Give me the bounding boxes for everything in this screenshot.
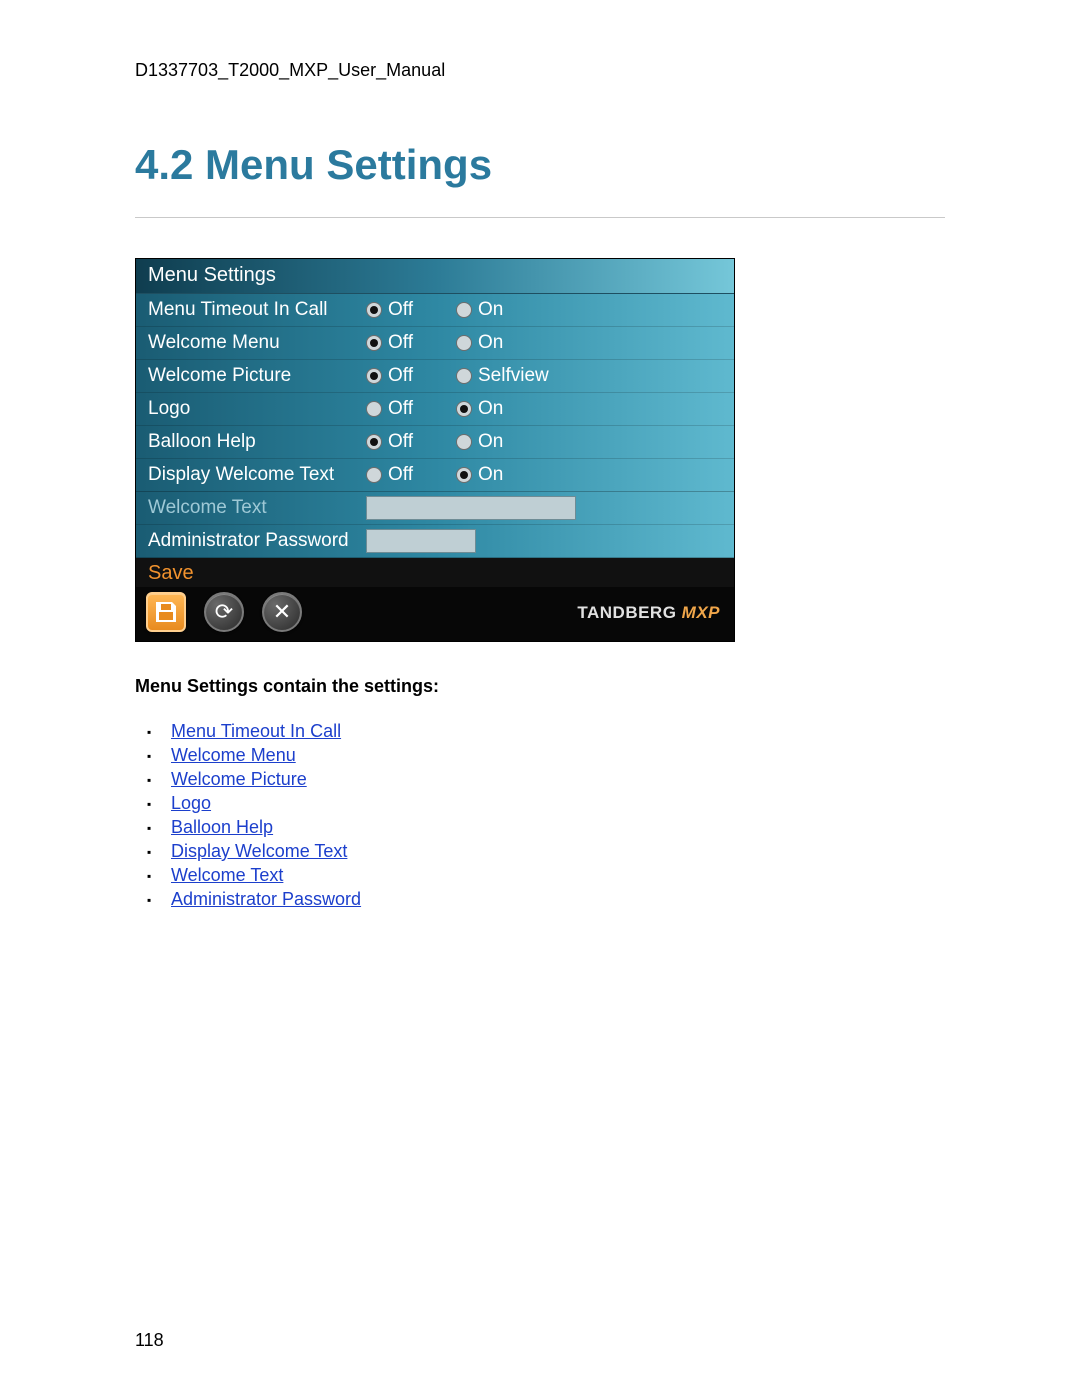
page-number: 118	[135, 1330, 164, 1351]
doc-header: D1337703_T2000_MXP_User_Manual	[135, 60, 945, 81]
radio-icon	[456, 401, 472, 417]
save-button[interactable]	[146, 592, 186, 632]
option[interactable]: On	[456, 398, 546, 420]
admin-password-label: Administrator Password	[148, 530, 366, 552]
brand-suffix: MXP	[676, 603, 720, 622]
radio-icon	[456, 467, 472, 483]
setting-row: Menu Timeout In Call Off On	[136, 294, 734, 327]
list-item: Welcome Text	[171, 865, 945, 886]
settings-link-list: Menu Timeout In Call Welcome Menu Welcome …	[135, 721, 945, 910]
option-label: Off	[388, 398, 413, 420]
welcome-text-input[interactable]	[366, 496, 576, 520]
option[interactable]: Off	[366, 332, 456, 354]
option-label: Off	[388, 431, 413, 453]
option-label: Off	[388, 299, 413, 321]
brand-main: TANDBERG	[577, 603, 676, 622]
brand-logo: TANDBERG MXP	[577, 603, 720, 623]
panel-title: Menu Settings	[136, 259, 734, 294]
option-label: Selfview	[478, 365, 549, 387]
radio-icon	[366, 368, 382, 384]
list-item: Menu Timeout In Call	[171, 721, 945, 742]
option[interactable]: On	[456, 431, 546, 453]
setting-label: Welcome Picture	[148, 365, 366, 387]
list-item: Welcome Menu	[171, 745, 945, 766]
option[interactable]: Off	[366, 431, 456, 453]
settings-link[interactable]: Administrator Password	[171, 889, 361, 909]
option-label: Off	[388, 365, 413, 387]
radio-icon	[366, 302, 382, 318]
settings-link[interactable]: Menu Timeout In Call	[171, 721, 341, 741]
section-title: 4.2 Menu Settings	[135, 141, 945, 189]
toolbar: ⟳ ✕ TANDBERG MXP	[136, 587, 734, 641]
option[interactable]: On	[456, 464, 546, 486]
welcome-text-row: Welcome Text	[136, 492, 734, 525]
radio-icon	[366, 335, 382, 351]
list-item: Logo	[171, 793, 945, 814]
setting-row: Welcome Menu Off On	[136, 327, 734, 360]
settings-link[interactable]: Welcome Menu	[171, 745, 296, 765]
setting-label: Logo	[148, 398, 366, 420]
settings-link[interactable]: Display Welcome Text	[171, 841, 347, 861]
radio-icon	[456, 368, 472, 384]
option[interactable]: Off	[366, 299, 456, 321]
settings-panel: Menu Settings Menu Timeout In CallOffOnW…	[136, 259, 734, 558]
option-label: Off	[388, 464, 413, 486]
option-label: On	[478, 398, 503, 420]
settings-link[interactable]: Logo	[171, 793, 211, 813]
admin-password-input[interactable]	[366, 529, 476, 553]
radio-icon	[456, 335, 472, 351]
option-label: On	[478, 332, 503, 354]
list-item: Welcome Picture	[171, 769, 945, 790]
option[interactable]: Off	[366, 398, 456, 420]
section-rule	[135, 217, 945, 218]
option[interactable]: On	[456, 332, 546, 354]
close-icon: ✕	[273, 599, 291, 625]
setting-label: Welcome Menu	[148, 332, 366, 354]
option-label: Off	[388, 332, 413, 354]
option-label: On	[478, 299, 503, 321]
setting-label: Balloon Help	[148, 431, 366, 453]
refresh-icon: ⟳	[215, 599, 233, 625]
option-label: On	[478, 464, 503, 486]
list-item: Balloon Help	[171, 817, 945, 838]
radio-icon	[456, 302, 472, 318]
radio-icon	[366, 434, 382, 450]
disk-icon	[156, 602, 176, 622]
setting-row: Logo Off On	[136, 393, 734, 426]
option[interactable]: Off	[366, 365, 456, 387]
refresh-button[interactable]: ⟳	[204, 592, 244, 632]
radio-icon	[366, 467, 382, 483]
save-label: Save	[136, 558, 734, 587]
setting-row: Welcome Picture Off Selfview	[136, 360, 734, 393]
list-item: Display Welcome Text	[171, 841, 945, 862]
settings-link[interactable]: Welcome Picture	[171, 769, 307, 789]
setting-row: Display Welcome Text Off On	[136, 459, 734, 492]
setting-row: Balloon Help Off On	[136, 426, 734, 459]
radio-icon	[366, 401, 382, 417]
option[interactable]: Off	[366, 464, 456, 486]
setting-label: Display Welcome Text	[148, 464, 366, 486]
settings-link[interactable]: Balloon Help	[171, 817, 273, 837]
setting-label: Menu Timeout In Call	[148, 299, 366, 321]
radio-icon	[456, 434, 472, 450]
admin-password-row: Administrator Password	[136, 525, 734, 558]
cancel-button[interactable]: ✕	[262, 592, 302, 632]
option[interactable]: Selfview	[456, 365, 586, 387]
option-label: On	[478, 431, 503, 453]
list-item: Administrator Password	[171, 889, 945, 910]
settings-link[interactable]: Welcome Text	[171, 865, 283, 885]
option[interactable]: On	[456, 299, 546, 321]
list-heading: Menu Settings contain the settings:	[135, 676, 945, 697]
welcome-text-label: Welcome Text	[148, 497, 366, 519]
menu-settings-screenshot: Menu Settings Menu Timeout In CallOffOnW…	[135, 258, 735, 642]
